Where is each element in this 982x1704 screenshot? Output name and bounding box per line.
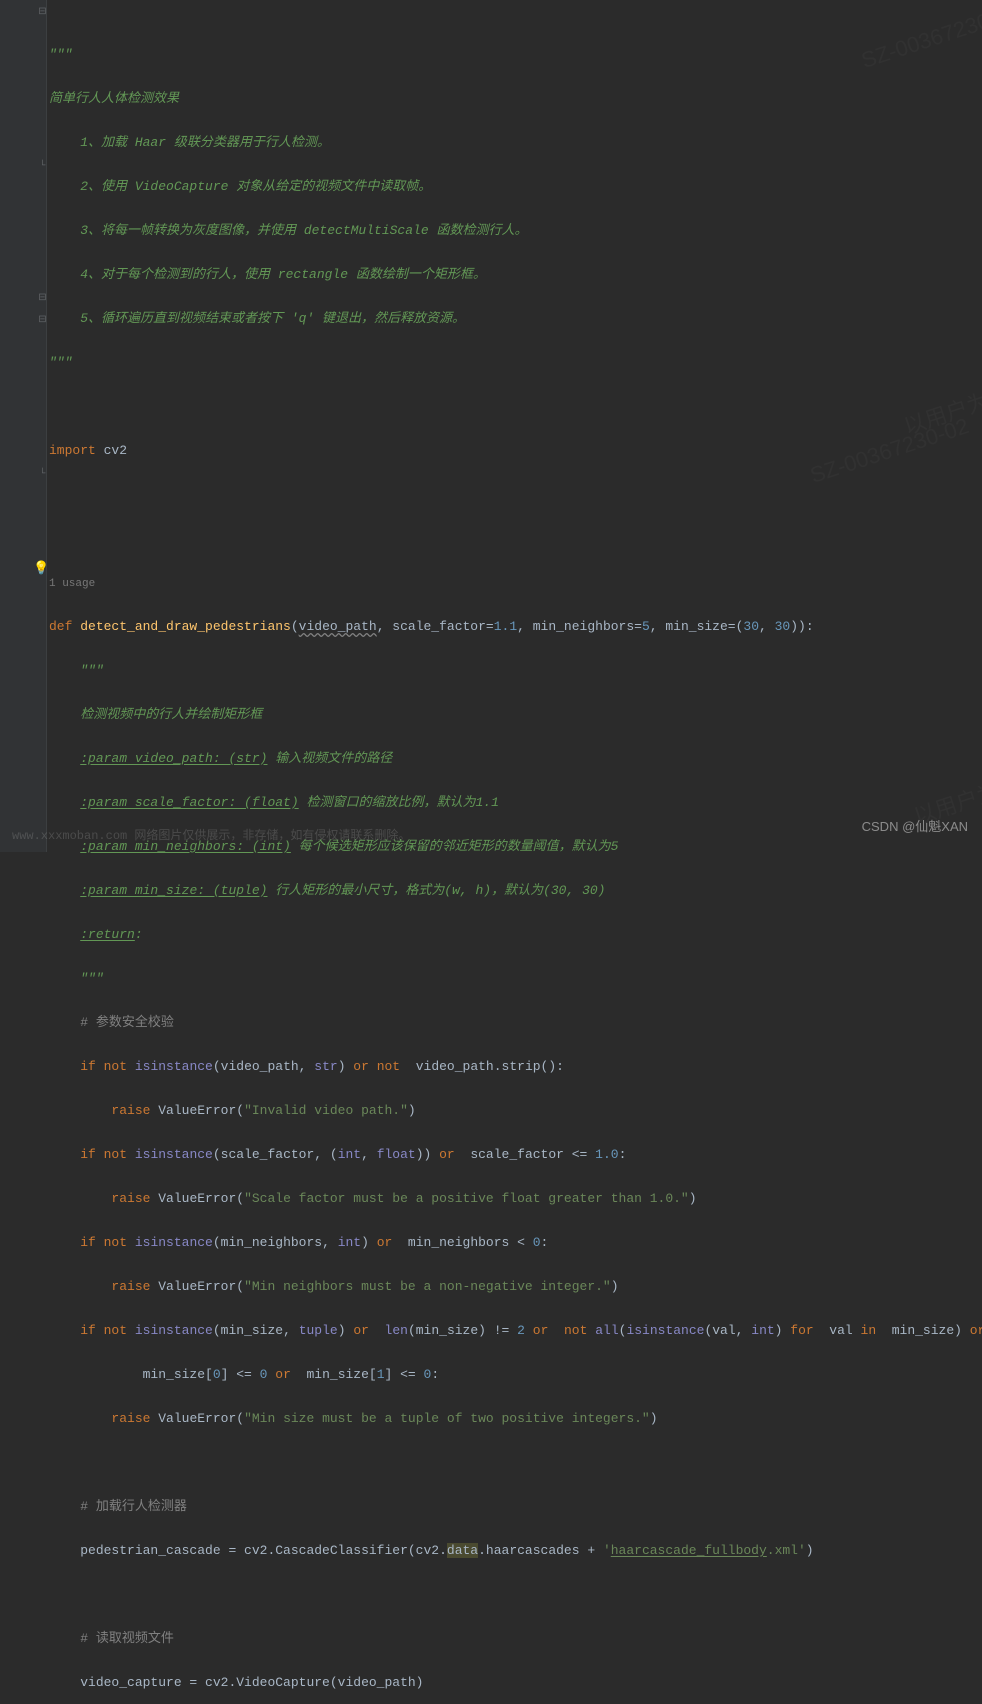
fold-icon[interactable]: ⊟ [38,8,47,17]
docstring-text: 2、使用 VideoCapture 对象从给定的视频文件中读取帧。 [49,179,431,194]
docstring-text: 4、对于每个检测到的行人，使用 rectangle 函数绘制一个矩形框。 [49,267,486,282]
highlighted-attr: data [447,1543,478,1558]
import-module: cv2 [104,443,127,458]
editor-gutter: ⊟ └ ⊟ ⊟ └ 💡 [0,0,47,852]
docstring-text: 简单行人人体检测效果 [49,91,179,106]
import-keyword: import [49,443,104,458]
function-name: detect_and_draw_pedestrians [80,619,291,634]
csdn-watermark: CSDN @仙魁XAN [862,816,968,838]
fold-icon[interactable]: ⊟ [38,294,47,303]
param-tag: :param [80,751,127,766]
string-literal: "Scale factor must be a positive float g… [244,1191,689,1206]
usage-hint[interactable]: 1 usage [49,578,95,590]
code-line: video_capture = cv2.VideoCapture(video_p… [80,1675,423,1690]
string-literal: "Invalid video path." [244,1103,408,1118]
editor-content[interactable]: """ 简单行人人体检测效果 1、加载 Haar 级联分类器用于行人检测。 2、… [47,0,982,1704]
param-tag: :param [80,795,127,810]
param-video-path: video_path [299,619,377,634]
def-keyword: def [49,619,80,634]
docstring-quote: """ [80,971,103,986]
comment: # 读取视频文件 [80,1631,174,1646]
docstring-text: 3、将每一帧转换为灰度图像，并使用 detectMultiScale 函数检测行… [49,223,527,238]
string-literal: "Min size must be a tuple of two positiv… [244,1411,650,1426]
lightbulb-icon[interactable]: 💡 [33,558,45,570]
docstring-quote: """ [80,663,103,678]
param-tag: :param [80,883,127,898]
fold-icon[interactable]: └ [38,470,47,479]
docstring-text: 5、循环遍历直到视频结束或者按下 'q' 键退出，然后释放资源。 [49,311,465,326]
docstring-quote: """ [49,355,72,370]
docstring-quote: """ [49,47,72,62]
docstring-text: 检测视频中的行人并绘制矩形框 [80,707,262,722]
comment: # 参数安全校验 [80,1015,174,1030]
docstring-text: 1、加载 Haar 级联分类器用于行人检测。 [49,135,330,150]
fold-icon[interactable]: ⊟ [38,316,47,325]
comment: # 加载行人检测器 [80,1499,187,1514]
fold-icon[interactable]: └ [38,162,47,171]
footer-disclaimer: www.xxxmoban.com 网络图片仅供展示，非存储，如有侵权请联系删除。 [12,825,410,847]
return-tag: :return [80,927,135,942]
string-literal: "Min neighbors must be a non-negative in… [244,1279,611,1294]
